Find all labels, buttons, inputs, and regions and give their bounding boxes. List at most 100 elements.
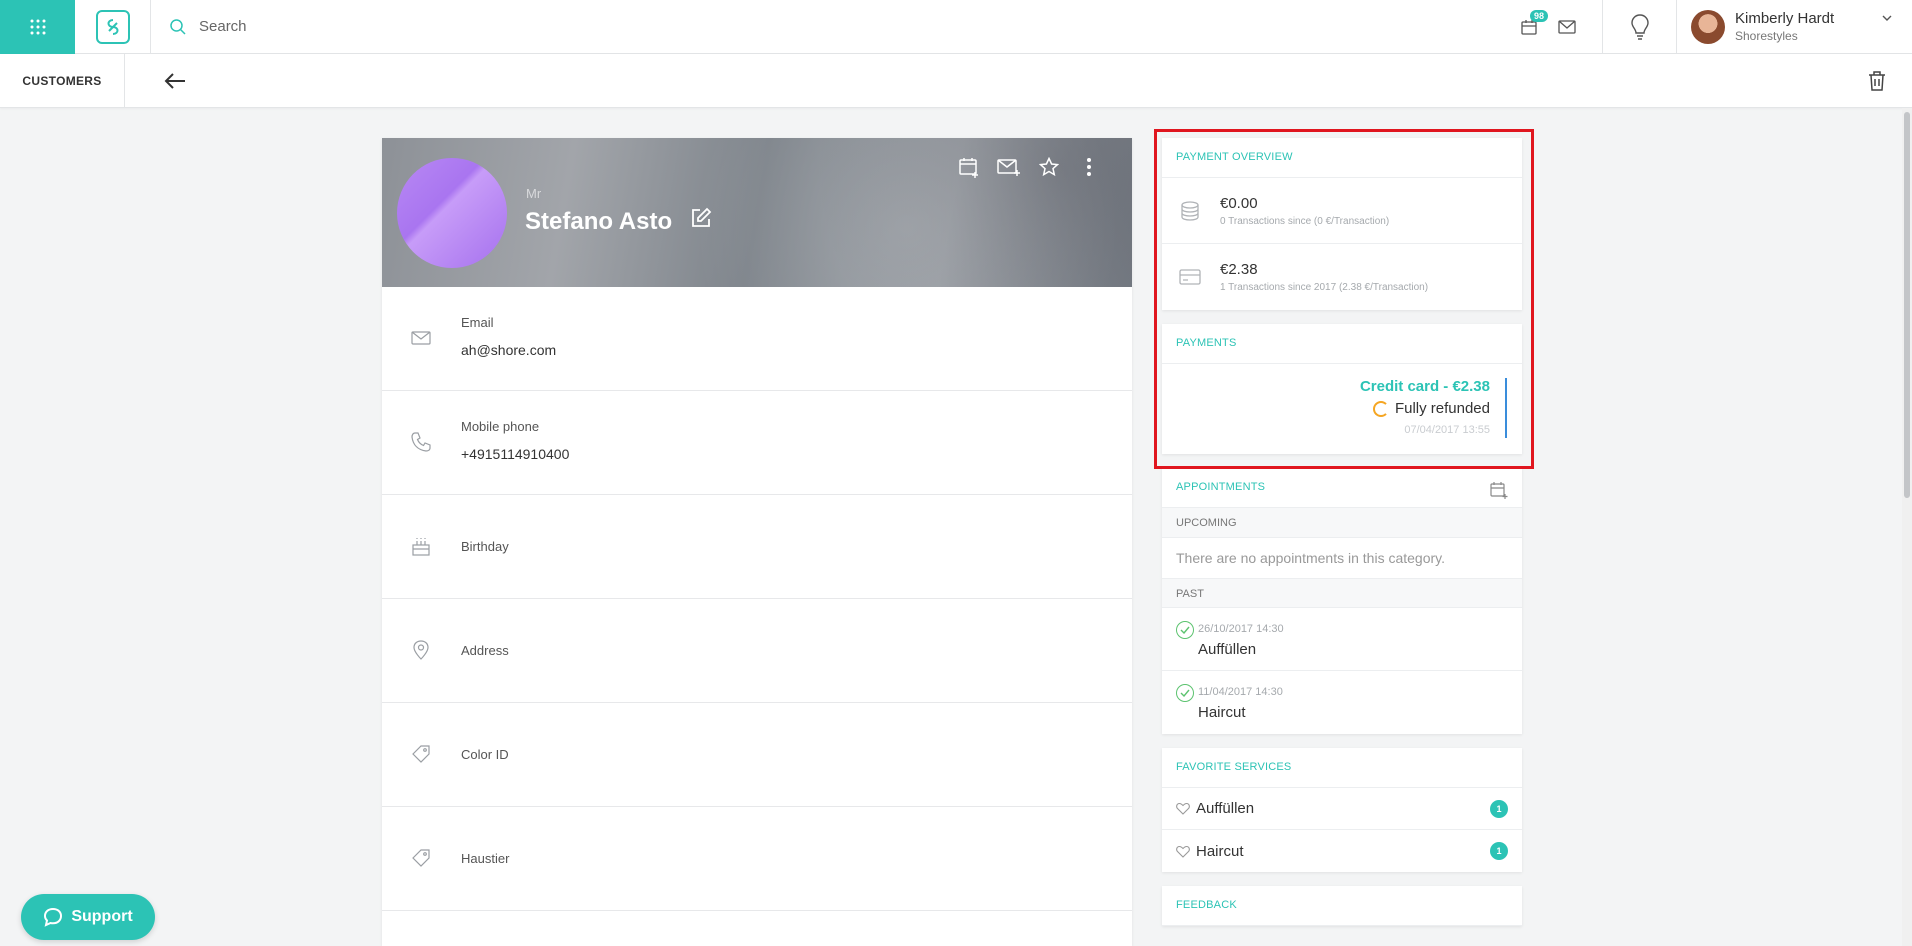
customer-salutation: Mr xyxy=(526,186,542,201)
phone-icon xyxy=(411,432,431,452)
ideas-button[interactable] xyxy=(1602,0,1677,54)
profile-header: Mr Stefano Asto xyxy=(382,138,1132,287)
list-item[interactable]: Haircut 1 xyxy=(1162,830,1522,872)
top-bar: 98 Kimberly Hardt Shorestyles xyxy=(0,0,1912,54)
address-label: Address xyxy=(461,643,509,658)
payments-panel: PAYMENTS Credit card - €2.38 Fully refun… xyxy=(1162,324,1522,454)
address-field[interactable]: Address xyxy=(382,599,1132,703)
payment-overview-title: PAYMENT OVERVIEW xyxy=(1162,138,1522,178)
appointment-name: Haircut xyxy=(1198,704,1246,721)
calendar-add-icon xyxy=(1490,482,1508,499)
color-id-field[interactable]: Color ID xyxy=(382,703,1132,807)
edit-icon xyxy=(692,207,712,227)
grid-icon xyxy=(30,19,45,34)
payment-entry[interactable]: Credit card - €2.38 Fully refunded 07/04… xyxy=(1162,364,1522,454)
appointment-date: 26/10/2017 14:30 xyxy=(1198,623,1284,635)
service-name: Auffüllen xyxy=(1196,800,1255,817)
upcoming-empty-message: There are no appointments in this catego… xyxy=(1176,550,1446,566)
edit-customer-button[interactable] xyxy=(690,207,712,236)
mobile-phone-field[interactable]: Mobile phone +4915114910400 xyxy=(382,391,1132,495)
cake-icon xyxy=(412,538,430,556)
delete-customer-button[interactable] xyxy=(1868,70,1886,97)
user-company: Shorestyles xyxy=(1735,29,1798,43)
payment-detail: 0 Transactions since (0 €/Transaction) xyxy=(1220,215,1390,227)
mobile-phone-label: Mobile phone xyxy=(461,419,540,434)
appointments-title: APPOINTMENTS xyxy=(1176,481,1266,493)
email-value: ah@shore.com xyxy=(461,342,557,358)
payment-entry-title: Credit card - €2.38 xyxy=(1359,378,1490,395)
past-section-label: PAST xyxy=(1162,578,1522,608)
appointments-panel: APPOINTMENTS UPCOMING There are no appoi… xyxy=(1162,468,1522,734)
notification-badge: 98 xyxy=(1530,9,1549,22)
messages-button[interactable] xyxy=(1548,0,1586,54)
chevron-down-icon xyxy=(1882,15,1892,21)
favorite-button[interactable] xyxy=(1036,154,1062,180)
heart-icon xyxy=(1176,845,1190,858)
add-appointment-button[interactable] xyxy=(956,154,982,180)
location-pin-icon xyxy=(413,640,429,660)
payments-title: PAYMENTS xyxy=(1162,324,1522,364)
mail-icon xyxy=(1558,19,1576,34)
search-input[interactable] xyxy=(199,18,599,35)
send-message-button[interactable] xyxy=(996,154,1022,180)
mail-add-icon xyxy=(997,159,1020,176)
email-field[interactable]: Email ah@shore.com xyxy=(382,287,1132,391)
feedback-panel: FEEDBACK xyxy=(1162,886,1522,926)
more-vertical-icon xyxy=(1087,158,1091,176)
appointments-title-row: APPOINTMENTS xyxy=(1162,468,1522,508)
appointment-date: 11/04/2017 14:30 xyxy=(1198,686,1283,698)
payment-overview-panel: PAYMENT OVERVIEW €0.00 0 Transactions si… xyxy=(1162,138,1522,310)
payment-detail: 1 Transactions since 2017 (2.38 €/Transa… xyxy=(1220,282,1429,293)
mail-icon xyxy=(411,331,431,345)
heart-icon xyxy=(1176,802,1190,815)
color-id-label: Color ID xyxy=(461,747,509,762)
pet-label: Haustier xyxy=(461,851,510,866)
top-icons: 98 xyxy=(1510,0,1602,54)
payment-entry-status: Fully refunded xyxy=(1372,400,1490,417)
customer-profile-card: Mr Stefano Asto Email ah@shore.com Mobil… xyxy=(382,138,1132,946)
search-icon xyxy=(170,18,186,35)
search-bar xyxy=(151,0,1510,54)
customer-name-row: Stefano Asto xyxy=(525,207,712,236)
list-item[interactable]: 11/04/2017 14:30 Haircut xyxy=(1162,671,1522,734)
scrollbar-thumb[interactable] xyxy=(1904,112,1910,498)
calendar-notifications-button[interactable]: 98 xyxy=(1510,0,1549,54)
list-item[interactable]: 26/10/2017 14:30 Auffüllen xyxy=(1162,608,1522,671)
breadcrumb[interactable]: CUSTOMERS xyxy=(0,53,125,108)
refund-status-icon xyxy=(1372,400,1389,417)
lightbulb-icon xyxy=(1630,13,1649,40)
support-button[interactable]: Support xyxy=(21,894,155,940)
payment-overview-row: €2.38 1 Transactions since 2017 (2.38 €/… xyxy=(1162,244,1522,310)
email-label: Email xyxy=(461,315,494,330)
feedback-title: FEEDBACK xyxy=(1162,886,1522,926)
calendar-add-icon xyxy=(959,158,978,178)
pet-field[interactable]: Haustier xyxy=(382,807,1132,911)
birthday-field[interactable]: Birthday xyxy=(382,495,1132,599)
user-menu[interactable]: Kimberly Hardt Shorestyles xyxy=(1677,0,1912,54)
favorite-services-title: FAVORITE SERVICES xyxy=(1162,748,1522,788)
payment-entry-date: 07/04/2017 13:55 xyxy=(1404,424,1490,436)
back-button[interactable] xyxy=(163,72,187,90)
right-column: PAYMENT OVERVIEW €0.00 0 Transactions si… xyxy=(1162,138,1522,940)
list-item[interactable]: Auffüllen 1 xyxy=(1162,788,1522,830)
customer-name: Stefano Asto xyxy=(525,207,673,235)
scrollbar[interactable] xyxy=(1902,108,1912,946)
arrow-left-icon xyxy=(164,72,185,89)
coins-icon xyxy=(1181,200,1199,221)
apps-menu-button[interactable] xyxy=(0,0,75,54)
mobile-phone-value: +4915114910400 xyxy=(461,446,570,462)
payment-amount: €2.38 xyxy=(1220,261,1258,278)
check-circle-icon xyxy=(1176,684,1194,702)
trash-icon xyxy=(1869,71,1885,91)
birthday-label: Birthday xyxy=(461,539,509,554)
upcoming-section-label: UPCOMING xyxy=(1162,508,1522,538)
add-appointment-button[interactable] xyxy=(1490,481,1508,502)
logo[interactable] xyxy=(75,0,151,54)
payment-amount: €0.00 xyxy=(1220,194,1258,212)
favorite-services-panel: FAVORITE SERVICES Auffüllen 1 Haircut 1 xyxy=(1162,748,1522,872)
more-options-button[interactable] xyxy=(1076,154,1102,180)
user-name: Kimberly Hardt xyxy=(1735,10,1835,27)
shore-logo-icon xyxy=(95,9,130,44)
tag-icon xyxy=(412,745,430,763)
service-count-badge: 1 xyxy=(1490,842,1508,860)
